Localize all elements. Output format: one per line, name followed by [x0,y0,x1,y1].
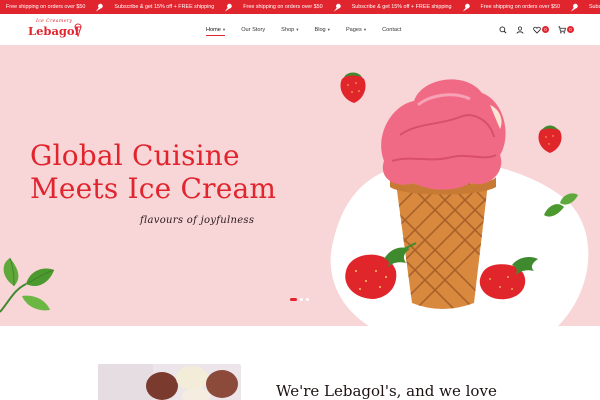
nav-label: Home [206,26,221,33]
nav-label: Pages [345,26,362,33]
heart-icon [533,26,541,34]
nav-item-pages[interactable]: Pages ▾ [346,27,366,33]
nav-label: Contact [382,26,402,33]
main-nav: Home ▾ Our Story Shop ▾ Blog ▾ Pages ▾ C… [206,14,417,45]
hero-subtitle: flavours of joyfulness [140,215,255,226]
mint-leaf-image [0,257,55,313]
ice-cream-cone-icon [96,3,104,11]
slider-dot[interactable] [306,298,309,301]
nav-label: Blog [314,26,326,33]
promo-item: Free shipping on orders over $50 [243,3,341,12]
hero-title-line: Meets Ice Cream [30,172,277,205]
hero-banner: Global Cuisine Meets Ice Cream flavours … [0,45,600,326]
nav-item-contact[interactable]: Contact [382,27,401,33]
user-icon [516,25,524,34]
cart-count-badge: 0 [567,26,574,33]
ice-cream-cone-icon [462,3,470,11]
about-photo [98,364,241,400]
chevron-down-icon: ▾ [296,26,299,32]
chevron-down-icon: ▾ [327,26,330,32]
nav-label: Our Story [241,26,266,33]
promo-row: Free shipping on orders over $50 Subscrib… [0,0,600,14]
promo-text: Subscribe & get 15% off + FREE shipping [588,4,600,10]
slider-dot[interactable] [300,298,303,301]
slider-pagination [290,298,312,301]
hero-title: Global Cuisine Meets Ice Cream [30,139,276,205]
cart-button[interactable]: 0 [558,25,574,34]
wishlist-button[interactable]: 0 [533,26,549,34]
nav-item-our-story[interactable]: Our Story [241,27,265,33]
about-section: We're Lebagol's, and we love [0,326,600,400]
strawberry-image [340,72,366,103]
strawberry-image [345,242,417,299]
hero-title-line: Global Cuisine [30,139,240,172]
slider-dot[interactable] [290,298,297,301]
account-button[interactable] [516,25,524,34]
strawberry-image [538,125,562,153]
cart-icon [558,25,566,34]
mint-leaf-image [544,193,578,217]
about-title: We're Lebagol's, and we love [276,382,497,400]
chevron-down-icon: ▾ [363,26,367,32]
ice-cream-logo-icon [74,23,82,37]
chevron-down-icon: ▾ [222,26,226,32]
search-icon [499,26,507,34]
promo-item: Subscribe & get 15% off + FREE shipping [352,3,471,12]
ice-cream-cone-icon [333,3,341,11]
ice-cream-cone-icon [225,3,233,11]
logo[interactable]: Ice Creamery Lebagol [28,18,88,42]
ice-cream-bowl-image [98,364,241,400]
nav-item-blog[interactable]: Blog ▾ [314,27,329,33]
ice-cream-cone-icon [570,3,578,11]
wishlist-count-badge: 0 [542,26,549,33]
promo-strip: Free shipping on orders over $50 Subscrib… [0,0,600,14]
promo-text: Subscribe & get 15% off + FREE shipping [351,4,452,10]
strawberry-image [479,257,538,300]
promo-text: Subscribe & get 15% off + FREE shipping [114,4,215,10]
logo-name: Lebagol [28,24,79,38]
promo-item: Subscribe & get 15% off + FREE shipping [589,3,600,12]
search-button[interactable] [499,26,507,34]
promo-item: Free shipping on orders over $50 [481,3,579,12]
nav-item-home[interactable]: Home ▾ [206,26,226,36]
nav-label: Shop [281,26,295,33]
promo-text: Free shipping on orders over $50 [243,4,323,10]
promo-text: Free shipping on orders over $50 [6,4,86,10]
promo-item: Subscribe & get 15% off + FREE shipping [114,3,233,12]
promo-text: Free shipping on orders over $50 [480,4,560,10]
header-tools: 0 0 [490,14,574,45]
nav-item-shop[interactable]: Shop ▾ [281,27,298,33]
site-header: Ice Creamery Lebagol Home ▾ Our Story Sh… [0,14,600,45]
promo-item: Free shipping on orders over $50 [6,3,104,12]
